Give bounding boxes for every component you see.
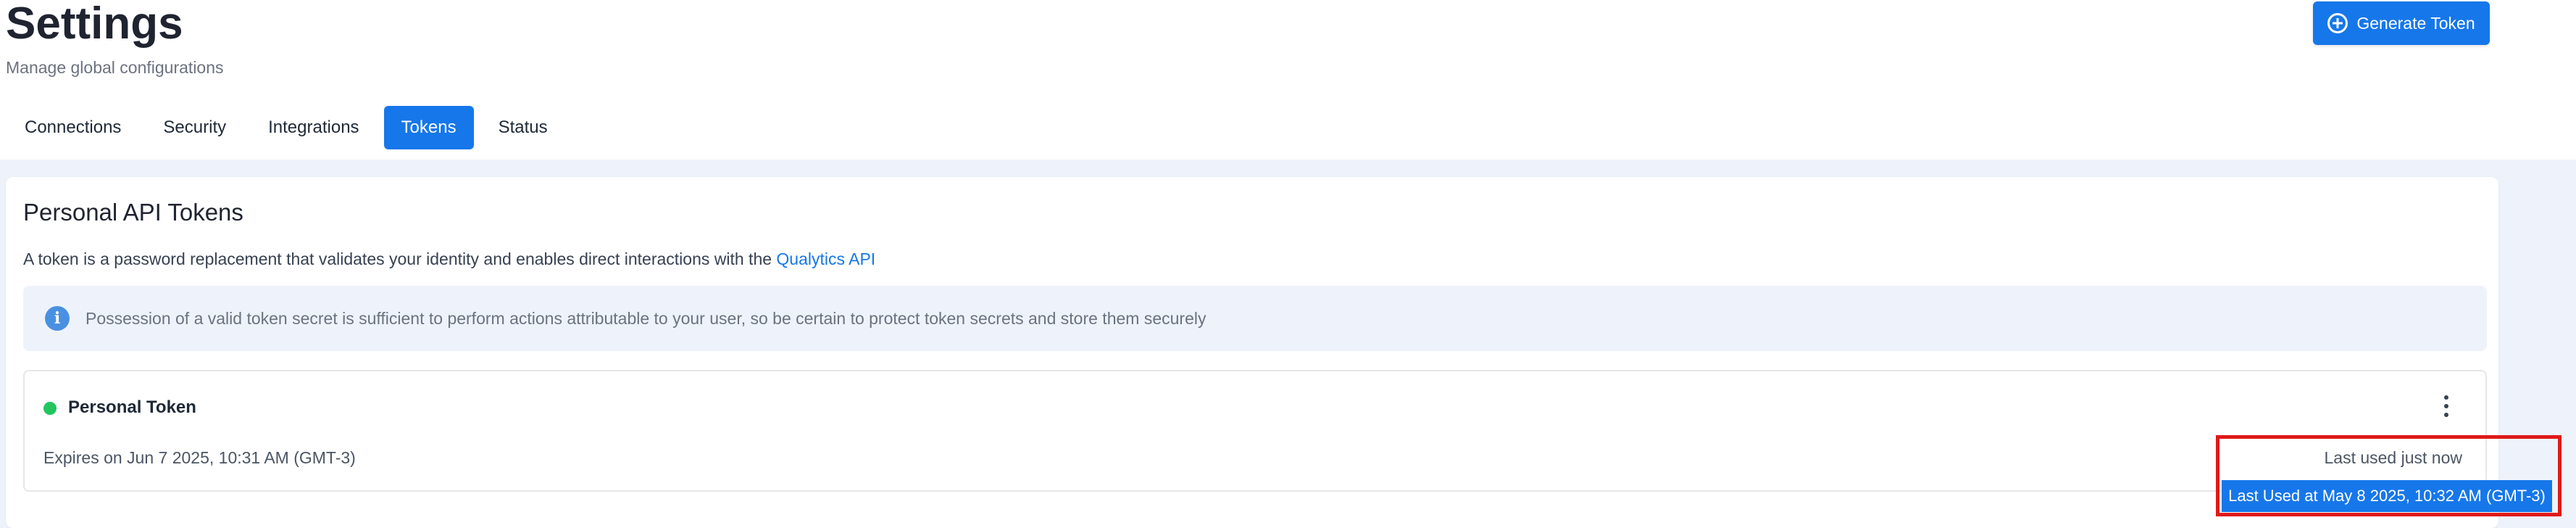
tab-security[interactable]: Security: [146, 106, 243, 149]
description-text: A token is a password replacement that v…: [23, 249, 772, 268]
tab-tokens[interactable]: Tokens: [383, 106, 474, 149]
token-last-used: Last used just now: [2324, 448, 2462, 467]
tab-label: Status: [498, 117, 548, 137]
generate-token-label: Generate Token: [2356, 13, 2475, 33]
token-expires: Expires on Jun 7 2025, 10:31 AM (GMT-3): [43, 448, 356, 467]
info-text: Possession of a valid token secret is su…: [86, 308, 1206, 328]
card-title: Personal API Tokens: [23, 199, 243, 226]
page-title: Settings: [6, 0, 183, 49]
tab-label: Security: [163, 117, 227, 137]
tab-label: Tokens: [401, 117, 457, 137]
last-used-tooltip: Last Used at May 8 2025, 10:32 AM (GMT-3…: [2222, 480, 2552, 512]
tab-label: Connections: [25, 117, 122, 137]
tab-status[interactable]: Status: [481, 106, 565, 149]
tokens-card: Personal API Tokens A token is a passwor…: [6, 177, 2498, 528]
token-item: Personal Token Expires on Jun 7 2025, 10…: [23, 370, 2487, 492]
status-dot: [43, 402, 57, 415]
tab-connections[interactable]: Connections: [7, 106, 138, 149]
tab-label: Integrations: [268, 117, 359, 137]
info-icon: i: [45, 306, 70, 331]
plus-circle-icon: [2327, 13, 2348, 33]
more-vertical-icon[interactable]: [2438, 393, 2455, 419]
qualytics-api-link[interactable]: Qualytics API: [776, 249, 875, 268]
token-name: Personal Token: [68, 397, 196, 417]
generate-token-button[interactable]: Generate Token: [2313, 1, 2490, 45]
info-banner: i Possession of a valid token secret is …: [23, 286, 2487, 351]
settings-page: Settings Manage global configurations Ge…: [0, 0, 2576, 528]
page-subtitle: Manage global configurations: [6, 58, 224, 77]
card-description: A token is a password replacement that v…: [23, 249, 875, 269]
tab-integrations[interactable]: Integrations: [251, 106, 376, 149]
settings-tabs: Connections Security Integrations Tokens…: [7, 106, 565, 149]
